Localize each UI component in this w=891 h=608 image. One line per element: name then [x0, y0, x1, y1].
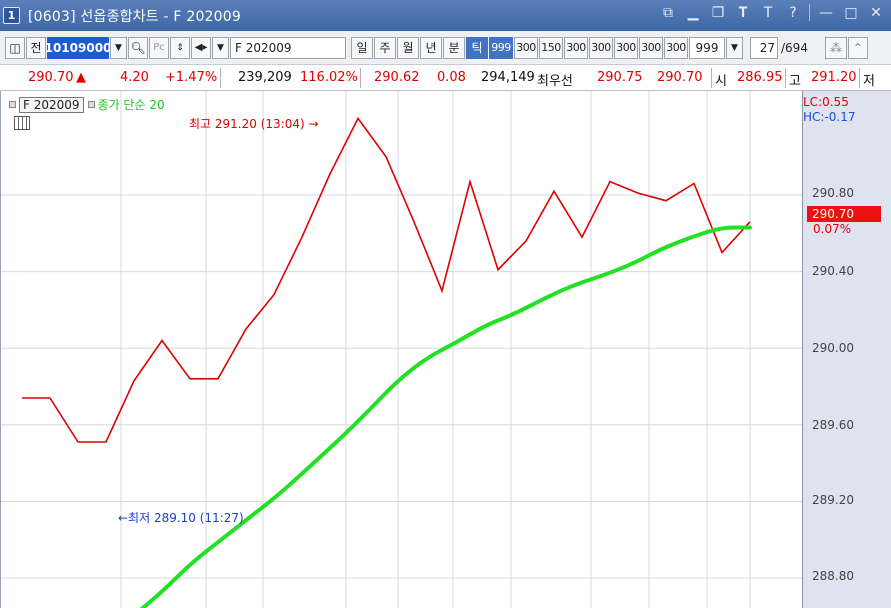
font-settings-icon[interactable]: 𝐓	[734, 5, 752, 21]
period-day[interactable]: 일	[351, 36, 373, 59]
y-tick-label: 288.80	[812, 569, 854, 583]
current-price-marker: 290.70	[807, 206, 881, 222]
interval-7[interactable]: 300	[664, 36, 688, 59]
interval-0[interactable]: 999	[489, 36, 513, 59]
jeon-button[interactable]: 전	[26, 36, 46, 59]
legend-marker-icon[interactable]	[87, 101, 95, 108]
period-year[interactable]: 년	[420, 36, 442, 59]
interval-1[interactable]: 300	[514, 36, 538, 59]
y-tick-label: 290.40	[812, 264, 854, 278]
divider	[785, 68, 786, 88]
lc-value: LC:0.55	[803, 95, 849, 109]
panel-toggle-icon[interactable]: ◫	[5, 36, 25, 59]
volume-pct: 116.02%	[300, 70, 358, 85]
chart-canvas[interactable]	[1, 91, 891, 608]
open-price: 286.95	[737, 70, 783, 85]
maximize-icon[interactable]: □	[842, 5, 860, 21]
period-month[interactable]: 월	[397, 36, 419, 59]
high-price: 291.20	[811, 70, 857, 85]
restore-panel-icon[interactable]: ❐	[709, 5, 727, 21]
change-pct: +1.47%	[165, 70, 218, 85]
divider	[360, 68, 361, 88]
divider	[711, 68, 712, 88]
basis-diff: 0.08	[437, 70, 466, 85]
sound-icon[interactable]: ◀▸	[191, 36, 211, 59]
open-interest: 294,149	[481, 70, 535, 85]
interval-6[interactable]: 300	[639, 36, 663, 59]
best-ask: 290.75	[597, 70, 643, 85]
interval-5[interactable]: 300	[614, 36, 638, 59]
best-label: 최우선	[537, 74, 573, 89]
volume: 239,209	[238, 70, 292, 85]
interval-2[interactable]: 150	[539, 36, 563, 59]
settings-icon[interactable]: ⁂	[824, 36, 847, 59]
period-minute[interactable]: 분	[443, 36, 465, 59]
hc-value: HC:-0.17	[803, 110, 856, 124]
chart-window: 1 [0603] 선옵종합차트 - F 202009 ⧉ ▁ ❐ 𝐓 T ? —…	[0, 0, 891, 608]
link-window-icon[interactable]: ⧉	[659, 5, 677, 21]
up-arrow-icon: ▲	[76, 70, 86, 85]
legend-symbol[interactable]: F 202009	[19, 96, 84, 113]
title-bar: 1 [0603] 선옵종합차트 - F 202009 ⧉ ▁ ❐ 𝐓 T ? —…	[0, 0, 891, 31]
window-number-badge[interactable]: 1	[3, 7, 20, 24]
spin-updown-icon[interactable]: ⇕	[170, 36, 190, 59]
y-tick-label: 290.80	[812, 186, 854, 200]
pc-toggle-icon[interactable]: Pc	[149, 36, 169, 59]
page-input[interactable]: 27	[750, 36, 778, 59]
y-tick-label: 289.60	[812, 418, 854, 432]
divider	[859, 68, 860, 88]
text-icon[interactable]: T	[759, 5, 777, 21]
period-tick[interactable]: 틱	[466, 36, 488, 59]
quote-bar: 290.70 ▲ 4.20 +1.47% 239,209 116.02% 290…	[0, 65, 891, 91]
basis: 290.62	[374, 70, 420, 85]
current-change-pct: 0.07%	[813, 222, 852, 236]
high-label: 고	[789, 74, 801, 89]
minimize-panel-icon[interactable]: ▁	[684, 5, 702, 21]
ma-line	[139, 225, 752, 608]
chart-legend: F 202009 종가 단순 20	[9, 96, 165, 113]
symbol-name-field[interactable]: F 202009	[230, 36, 346, 59]
sound-dropdown-icon[interactable]: ▼	[212, 36, 229, 59]
search-icon[interactable]: 🔍︎	[128, 36, 148, 59]
legend-ma[interactable]: 종가 단순 20	[98, 96, 165, 113]
title-separator	[809, 4, 810, 21]
chart-panel[interactable]: F 202009 종가 단순 20 LC:0.55 HC:-0.17 290.8…	[0, 91, 891, 608]
interval-4[interactable]: 300	[589, 36, 613, 59]
y-tick-label: 290.00	[812, 341, 854, 355]
minimize-icon[interactable]: —	[817, 5, 835, 21]
high-annotation: 최고 291.20 (13:04) →	[189, 117, 319, 131]
open-label: 시	[715, 74, 727, 89]
help-icon[interactable]: ?	[784, 5, 802, 21]
data-table-icon[interactable]	[14, 116, 30, 130]
change: 4.20	[120, 70, 149, 85]
title-buttons: ⧉ ▁ ❐ 𝐓 T ? — □ ✕	[659, 4, 885, 21]
divider	[220, 68, 221, 88]
count-select[interactable]: 999	[689, 36, 725, 59]
interval-3[interactable]: 300	[564, 36, 588, 59]
low-annotation: ←최저 289.10 (11:27)	[118, 511, 244, 525]
close-icon[interactable]: ✕	[867, 5, 885, 21]
legend-marker-icon[interactable]	[9, 101, 16, 108]
count-dropdown-icon[interactable]: ▼	[726, 36, 743, 59]
code-dropdown-icon[interactable]: ▼	[110, 36, 127, 59]
best-bid: 290.70	[657, 70, 703, 85]
y-tick-label: 289.20	[812, 493, 854, 507]
price: 290.70	[28, 70, 74, 85]
expand-icon[interactable]: ⌃	[847, 36, 868, 59]
window-title: [0603] 선옵종합차트 - F 202009	[28, 8, 241, 25]
period-week[interactable]: 주	[374, 36, 396, 59]
toolbar: ◫ 전 10109000 ▼ 🔍︎ Pc ⇕ ◀▸ ▼ F 202009 일 주…	[0, 31, 891, 65]
code-input[interactable]: 10109000	[45, 36, 111, 59]
page-total: /694	[781, 40, 808, 55]
low-label: 저	[863, 74, 875, 89]
